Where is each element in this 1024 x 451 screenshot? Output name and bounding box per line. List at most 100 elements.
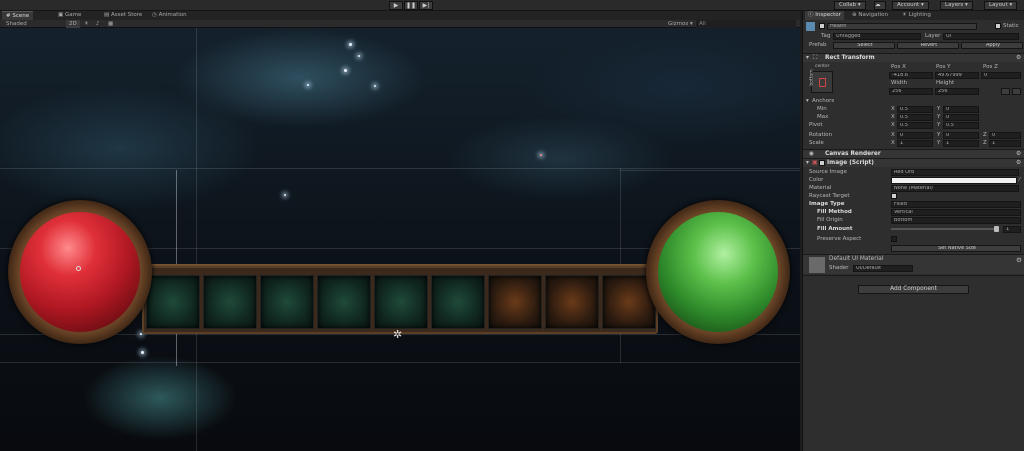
raw-edit-mode-button[interactable] <box>1012 87 1021 95</box>
material-field[interactable]: None (Material) <box>891 184 1019 192</box>
lighting-toggle-icon[interactable]: ☀ <box>84 20 89 28</box>
step-button[interactable]: ▶| <box>419 1 433 10</box>
rotation-z-field[interactable]: 0 <box>989 131 1021 139</box>
prefab-select-button[interactable]: Select <box>833 41 895 49</box>
blueprint-mode-button[interactable] <box>1001 87 1010 95</box>
account-dropdown[interactable]: Account ▾ <box>892 1 929 10</box>
fill-amount-field[interactable]: 1 <box>1003 225 1021 233</box>
2d-toggle[interactable]: 2D <box>66 20 80 28</box>
height-field[interactable]: 256 <box>935 87 979 95</box>
tab-animation[interactable]: ◷ Animation <box>148 11 191 20</box>
cloud-button[interactable]: ☁ <box>874 1 886 10</box>
pause-icon: ❚❚ <box>405 2 417 9</box>
anchors-row[interactable]: ▾ Anchors <box>803 97 1024 105</box>
rotation-row: Rotation X 0 Y 0 Z 0 <box>803 131 1024 139</box>
raycast-checkbox[interactable] <box>891 193 897 199</box>
audio-toggle-icon[interactable]: ♪ <box>96 20 100 28</box>
scale-z-field[interactable]: 1 <box>989 139 1021 147</box>
inventory-slot[interactable] <box>260 275 314 329</box>
star <box>349 43 352 46</box>
anchor-max-y-field[interactable]: 0 <box>943 113 979 121</box>
inventory-slot[interactable] <box>146 275 200 329</box>
set-native-size-button[interactable]: Set Native Size <box>891 244 1021 252</box>
active-checkbox[interactable] <box>819 23 825 29</box>
rotation-x-field[interactable]: 0 <box>897 131 933 139</box>
fill-amount-slider-track[interactable] <box>891 228 997 230</box>
pivot-x-field[interactable]: 0.5 <box>897 121 933 129</box>
play-button[interactable]: ▶ <box>389 1 403 10</box>
anchor-min-x-field[interactable]: 0.5 <box>897 105 933 113</box>
inventory-slot[interactable] <box>545 275 599 329</box>
health-orb[interactable] <box>20 212 140 332</box>
pos-y-field[interactable]: 49.67999 <box>935 71 979 79</box>
collab-dropdown[interactable]: Collab ▾ <box>834 1 866 10</box>
anchor-min-y-field[interactable]: 0 <box>943 105 979 113</box>
image-enabled-checkbox[interactable] <box>819 160 825 166</box>
width-label: Width <box>891 80 907 86</box>
image-type-dropdown[interactable]: Filled <box>891 200 1021 208</box>
width-field[interactable]: 256 <box>889 87 933 95</box>
canvas-renderer-header[interactable]: ◉ Canvas Renderer ⚙ <box>803 149 1024 158</box>
color-swatch[interactable] <box>891 176 1017 184</box>
tab-scene[interactable]: # Scene <box>2 11 34 20</box>
shader-dropdown[interactable]: UI/Default <box>853 265 913 272</box>
axis-x-label: X <box>891 114 895 120</box>
pivot-handle[interactable] <box>76 266 81 271</box>
inventory-slot[interactable] <box>203 275 257 329</box>
scene-search-input[interactable]: All <box>696 20 796 28</box>
component-settings-icon[interactable]: ⚙ <box>1016 54 1021 63</box>
pause-button[interactable]: ❚❚ <box>404 1 418 10</box>
scale-y-field[interactable]: 1 <box>943 139 979 147</box>
fill-amount-slider-thumb[interactable] <box>994 226 999 232</box>
scene-viewport[interactable]: ✲ <box>0 28 800 451</box>
layer-dropdown[interactable]: UI <box>943 32 1019 40</box>
anchor-min-label: Min <box>817 106 827 112</box>
mana-orb[interactable] <box>658 212 778 332</box>
height-label: Height <box>936 80 955 86</box>
preserve-aspect-checkbox[interactable] <box>891 236 897 242</box>
prefab-apply-button[interactable]: Apply <box>961 41 1023 49</box>
material-label: Material <box>809 185 832 191</box>
pos-z-field[interactable]: 0 <box>981 71 1021 79</box>
object-name-field[interactable]: Health <box>827 22 977 30</box>
inspector-panel: ⓘ Inspector ⊕ Navigation ☀ Lighting Heal… <box>802 11 1024 451</box>
anchor-max-x-field[interactable]: 0.5 <box>897 113 933 121</box>
inventory-slot[interactable] <box>431 275 485 329</box>
shading-mode-dropdown[interactable]: Shaded <box>6 20 27 28</box>
grid-line <box>196 28 197 451</box>
eyedropper-icon[interactable]: ⁄ <box>1019 176 1020 184</box>
tab-navigation[interactable]: ⊕ Navigation <box>849 11 891 20</box>
pos-values-row: -418.6 49.67999 0 <box>803 71 1024 79</box>
inventory-slot[interactable] <box>317 275 371 329</box>
inventory-slot[interactable] <box>374 275 428 329</box>
static-checkbox[interactable] <box>995 23 1001 29</box>
fill-method-dropdown[interactable]: Vertical <box>891 208 1021 216</box>
rotation-y-field[interactable]: 0 <box>943 131 979 139</box>
component-settings-icon[interactable]: ⚙ <box>1016 159 1021 168</box>
scale-row: Scale X 1 Y 1 Z 1 <box>803 139 1024 147</box>
star <box>540 154 542 156</box>
effects-toggle-icon[interactable]: ▦ <box>108 20 113 28</box>
material-settings-icon[interactable]: ⚙ <box>1016 256 1022 264</box>
add-component-button[interactable]: Add Component <box>858 285 969 294</box>
axis-y-label: Y <box>937 114 941 120</box>
tag-dropdown[interactable]: Untagged <box>833 32 921 40</box>
prefab-revert-button[interactable]: Revert <box>897 41 959 49</box>
pos-x-field[interactable]: -418.6 <box>889 71 933 79</box>
tab-asset-store[interactable]: ▤ Asset Store <box>100 11 146 20</box>
source-image-field[interactable]: Red Orb <box>891 168 1019 176</box>
tab-game[interactable]: ▣ Game <box>54 11 85 20</box>
inventory-slot[interactable] <box>488 275 542 329</box>
image-script-header[interactable]: ▾ ▣ Image (Script) ⚙ <box>803 158 1024 167</box>
layout-dropdown[interactable]: Layout ▾ <box>984 1 1018 10</box>
pivot-y-field[interactable]: 0.5 <box>943 121 979 129</box>
layers-dropdown[interactable]: Layers ▾ <box>940 1 973 10</box>
rect-tool-anchor-icon[interactable]: ✲ <box>393 328 402 341</box>
tab-inspector[interactable]: ⓘ Inspector <box>805 11 844 20</box>
scale-x-field[interactable]: 1 <box>897 139 933 147</box>
rect-transform-header[interactable]: ▾ ⛶ Rect Transform ⚙ <box>803 53 1024 62</box>
fill-origin-dropdown[interactable]: Bottom <box>891 216 1021 224</box>
tab-lighting[interactable]: ☀ Lighting <box>899 11 934 20</box>
gizmos-dropdown[interactable]: Gizmos ▾ <box>668 20 693 28</box>
grid-line <box>0 168 800 169</box>
